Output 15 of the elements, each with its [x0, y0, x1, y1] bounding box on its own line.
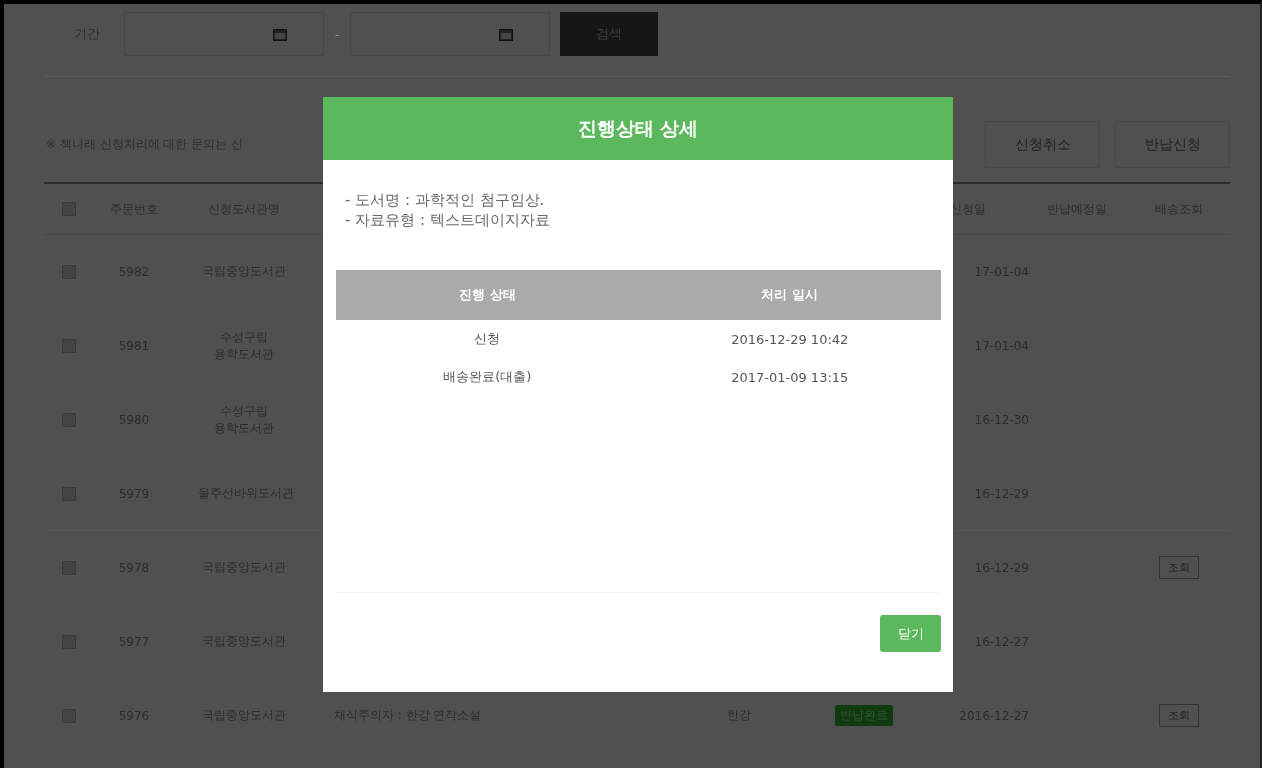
- close-button[interactable]: 닫기: [880, 615, 941, 652]
- status-cell-text: 신청: [473, 330, 502, 348]
- book-info: - 도서명 : 과학적인 첨구임상.: [345, 190, 546, 210]
- range-separator: -: [333, 26, 341, 42]
- column-header: 처리 일시: [760, 286, 819, 304]
- book-info: - 자료유형 : 텍스트데이지자료: [345, 210, 551, 230]
- time-cell-text: 2017-01-09 13:15: [730, 369, 850, 385]
- calendar-icon[interactable]: [499, 27, 513, 41]
- end-date-field[interactable]: [350, 12, 550, 56]
- column-header: 진행 상태: [458, 286, 517, 304]
- start-date-field[interactable]: [124, 12, 324, 56]
- dialog-title: 진행상태 상세: [577, 115, 699, 141]
- time-cell-text: 2016-12-29 10:42: [730, 331, 850, 347]
- calendar-icon[interactable]: [273, 27, 287, 41]
- status-cell-text: 배송완료(대출): [442, 368, 533, 386]
